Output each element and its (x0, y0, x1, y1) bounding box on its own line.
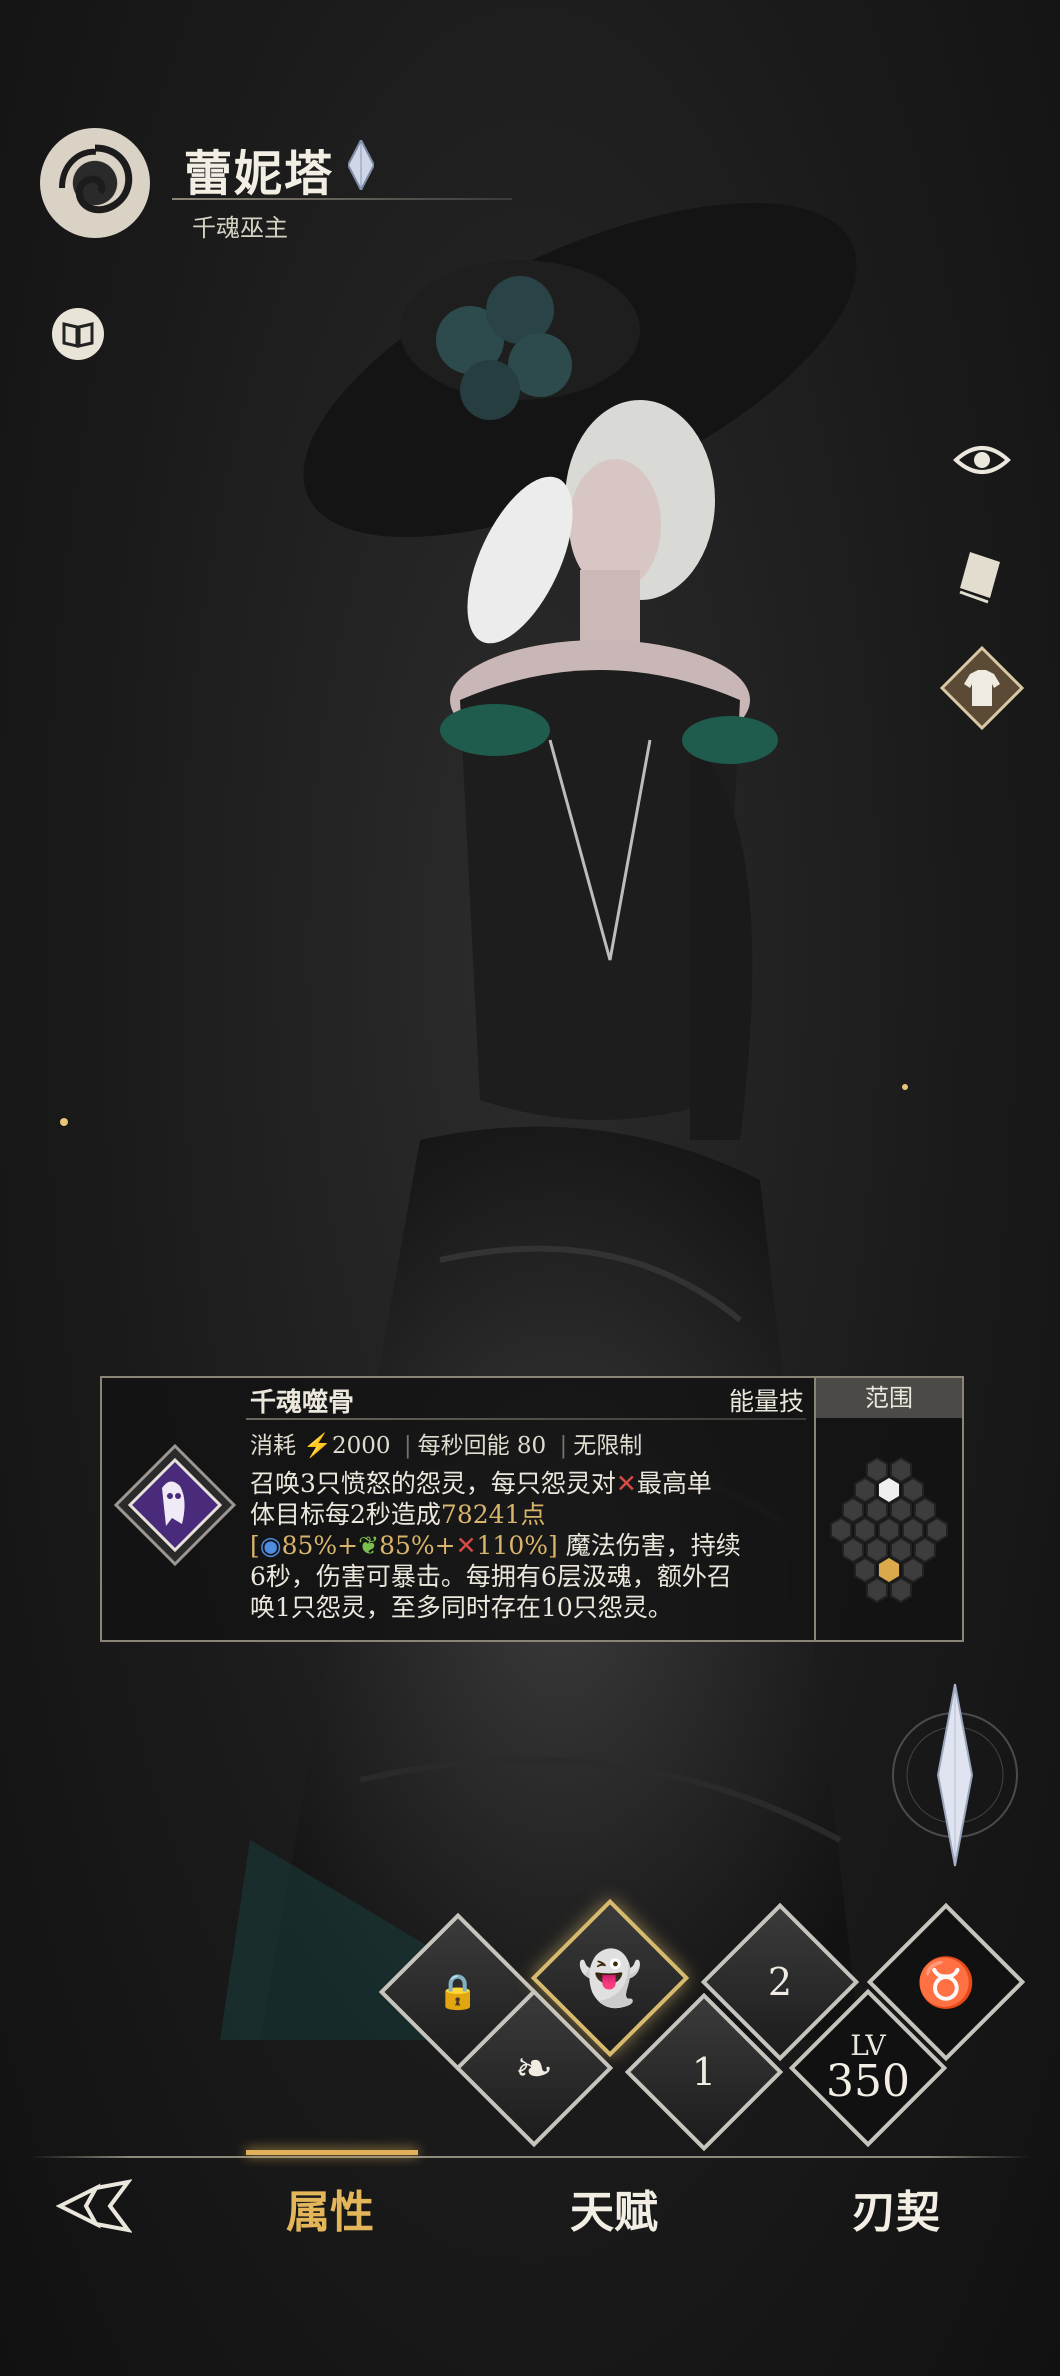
bracket: [ (250, 1531, 260, 1560)
skill-icon (110, 1440, 240, 1570)
desc-text: 6秒，伤害可暴击。每拥有6层汲魂，额外召 (250, 1562, 732, 1591)
cost-label: 消耗 (250, 1433, 296, 1459)
tab-attributes[interactable]: 属性 (286, 2176, 374, 2240)
damage-value: 78241点 (440, 1500, 546, 1529)
cost-value: 2000 (331, 1433, 391, 1459)
active-tab-indicator (246, 2150, 418, 2155)
name-divider (172, 198, 512, 200)
lock-icon: 🔒 (436, 1972, 480, 2012)
skill-type: 能量技 (728, 1387, 804, 1416)
crystal-icon (348, 140, 374, 190)
tab-talents[interactable]: 天赋 (570, 2176, 658, 2240)
range-panel: 范围 (814, 1376, 964, 1642)
energy-regen: 每秒回能 80 (417, 1433, 547, 1459)
target-icon: ✕ (615, 1469, 637, 1498)
leaf-icon: ❦ (358, 1531, 380, 1560)
swirl-emblem-icon (40, 128, 150, 238)
coefficient: 85%+ (379, 1531, 456, 1560)
coefficient: 110% (476, 1531, 549, 1560)
desc-text: 召唤3只愤怒的怨灵，每只怨灵对 (250, 1469, 616, 1498)
cast-limit: 无限制 (573, 1433, 643, 1459)
character-title: 千魂巫主 (192, 214, 288, 242)
level-value: 350 (826, 2056, 910, 2107)
skill-description: 召唤3只愤怒的怨灵，每只怨灵对✕最高单 体目标每2秒造成78241点 [◉85%… (250, 1468, 810, 1623)
skill-slot-number: 2 (767, 1960, 793, 2004)
skill-slot-number: 1 (691, 2050, 717, 2094)
coefficient: 85%+ (281, 1531, 359, 1560)
outfit-button[interactable] (938, 644, 1026, 732)
eye-icon[interactable] (952, 440, 1012, 480)
tab-blade-pact[interactable]: 刃契 (852, 2176, 940, 2240)
bracket: ] (548, 1531, 558, 1560)
tshirt-icon (939, 645, 1025, 731)
open-book-icon (62, 322, 94, 348)
target-icon: ✕ (455, 1531, 477, 1560)
lore-button[interactable] (52, 308, 104, 360)
divider (246, 1418, 806, 1420)
character-model (220, 202, 860, 2040)
back-arrow-icon[interactable] (56, 2178, 132, 2234)
range-hex-grid (830, 1456, 948, 1604)
character-name: 蕾妮塔 (184, 146, 335, 202)
skill-info-panel: 千魂噬骨 能量技 消耗 ⚡2000 | 每秒回能 80 | 无限制 召唤3只愤怒的怨… (100, 1376, 816, 1642)
skill-name: 千魂噬骨 (250, 1388, 355, 1418)
nav-divider (30, 2156, 1030, 2158)
range-label: 范围 (816, 1378, 962, 1418)
horned-mask-icon: ♉ (916, 1954, 976, 2011)
sparkle (60, 1118, 68, 1126)
lightning-icon: ⚡ (303, 1433, 332, 1459)
desc-text: 最高单 (636, 1469, 712, 1498)
sparkle (902, 1084, 908, 1090)
feather-icon: ❧ (514, 2041, 554, 2095)
desc-text: 唤1只怨灵，至多同时存在10只怨灵。 (250, 1593, 673, 1622)
swirl-icon: ◉ (259, 1531, 282, 1560)
desc-text: 魔法伤害，持续 (565, 1531, 741, 1560)
desc-text: 体目标每2秒造成 (250, 1500, 441, 1529)
ghost-icon: 👻 (577, 1948, 643, 2009)
skill-meta: 消耗 ⚡2000 | 每秒回能 80 | 无限制 (250, 1433, 643, 1459)
crystal-icon (892, 1683, 1018, 1867)
card-icon[interactable] (956, 548, 1006, 604)
